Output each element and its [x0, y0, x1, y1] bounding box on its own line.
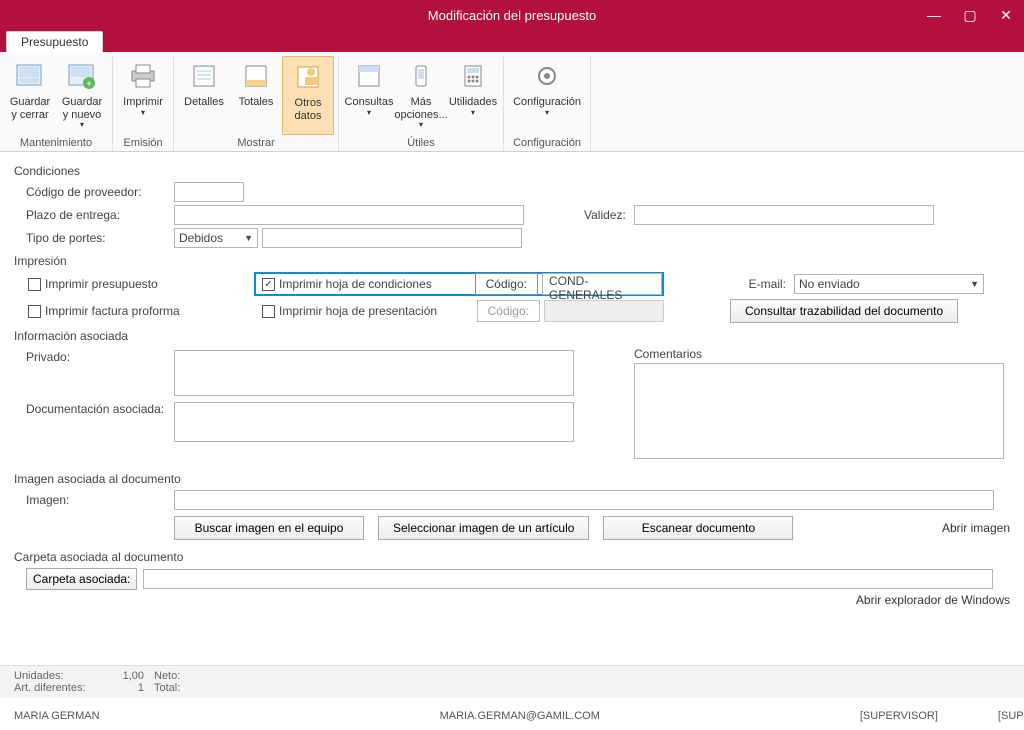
ribbon-tabstrip: Presupuesto: [0, 30, 1024, 52]
trace-button[interactable]: Consultar trazabilidad del documento: [730, 299, 958, 323]
print-pres-checkbox[interactable]: [262, 305, 275, 318]
validez-label: Validez:: [524, 208, 614, 222]
status-user: MARIA GERMAN: [14, 710, 100, 722]
more-options-button[interactable]: Más opciones... ▾: [395, 56, 447, 135]
queries-button[interactable]: Consultas ▾: [343, 56, 395, 135]
portes-label: Tipo de portes:: [14, 231, 174, 245]
codigo-cond-label: Código:: [475, 273, 538, 295]
svg-text:+: +: [86, 79, 92, 89]
section-info: Información asociada: [14, 329, 1010, 343]
print-pres-label: Imprimir hoja de presentación: [279, 304, 437, 318]
imagen-input[interactable]: [174, 490, 994, 510]
save-close-button[interactable]: Guardar y cerrar: [4, 56, 56, 135]
section-impresion: Impresión: [14, 254, 1010, 268]
chevron-down-icon: ▾: [141, 109, 145, 117]
carpeta-input[interactable]: [143, 569, 993, 589]
other-data-button[interactable]: Otros datos: [282, 56, 334, 135]
privado-label: Privado:: [14, 350, 174, 364]
form-body: Condiciones Código de proveedor: Plazo d…: [0, 152, 1024, 616]
portes-select[interactable]: Debidos ▼: [174, 228, 258, 248]
totals-button[interactable]: Totales: [230, 56, 282, 135]
section-imagen: Imagen asociada al documento: [14, 472, 1010, 486]
save-close-icon: [14, 60, 46, 92]
print-budget-label: Imprimir presupuesto: [45, 277, 158, 291]
carpeta-button[interactable]: Carpeta asociada:: [26, 568, 137, 590]
status-bar: MARIA GERMAN MARIA.GERMAN@GAMIL.COM [SUP…: [0, 708, 1024, 724]
privado-textarea[interactable]: [174, 350, 574, 396]
status-email: MARIA.GERMAN@GAMIL.COM: [440, 710, 600, 722]
config-button[interactable]: Configuración ▾: [508, 56, 586, 135]
status-summary: Unidades:1,00 Art. diferentes:1 Neto: To…: [0, 665, 1024, 698]
comentarios-label: Comentarios: [634, 347, 1010, 361]
plazo-input[interactable]: [174, 205, 524, 225]
print-budget-checkbox[interactable]: [28, 278, 41, 291]
print-cond-checkbox[interactable]: ✓: [262, 278, 275, 291]
print-proforma-checkbox[interactable]: [28, 305, 41, 318]
abrir-imagen-link[interactable]: Abrir imagen: [942, 521, 1010, 535]
codigo-cond-value[interactable]: COND-GENERALES: [542, 273, 662, 295]
codigo-pres-label: Código:: [477, 300, 540, 322]
chevron-down-icon: ▼: [244, 233, 253, 243]
status-role2: [SUPERVISOR]: [998, 710, 1024, 722]
doc-label: Documentación asociada:: [14, 402, 174, 416]
other-data-icon: [292, 61, 324, 93]
portes-extra-input[interactable]: [262, 228, 522, 248]
minimize-button[interactable]: —: [916, 0, 952, 30]
validez-input[interactable]: [634, 205, 934, 225]
table-icon: [353, 60, 385, 92]
chevron-down-icon: ▼: [970, 279, 979, 289]
highlight-conditions: ✓ Imprimir hoja de condiciones Código: C…: [254, 272, 664, 296]
comentarios-textarea[interactable]: [634, 363, 1004, 459]
window-title: Modificación del presupuesto: [428, 8, 596, 23]
plazo-label: Plazo de entrega:: [14, 208, 174, 222]
phone-icon: [405, 60, 437, 92]
close-button[interactable]: ✕: [988, 0, 1024, 30]
utilities-button[interactable]: Utilidades ▾: [447, 56, 499, 135]
print-button[interactable]: Imprimir ▾: [117, 56, 169, 135]
chevron-down-icon: ▾: [471, 109, 475, 117]
section-carpeta: Carpeta asociada al documento: [14, 550, 1010, 564]
save-new-button[interactable]: + Guardar y nuevo ▾: [56, 56, 108, 135]
tab-presupuesto[interactable]: Presupuesto: [6, 31, 103, 52]
imagen-label: Imagen:: [14, 493, 174, 507]
email-label: E-mail:: [724, 277, 794, 291]
codigo-prov-label: Código de proveedor:: [14, 185, 174, 199]
ribbon: Guardar y cerrar + Guardar y nuevo ▾ Man…: [0, 52, 1024, 152]
title-bar: Modificación del presupuesto — ▢ ✕: [0, 0, 1024, 30]
calculator-icon: [457, 60, 489, 92]
status-role1: [SUPERVISOR]: [860, 710, 938, 722]
buscar-imagen-button[interactable]: Buscar imagen en el equipo: [174, 516, 364, 540]
section-condiciones: Condiciones: [14, 164, 1010, 178]
codigo-prov-input[interactable]: [174, 182, 244, 202]
codigo-pres-value: [544, 300, 664, 322]
chevron-down-icon: ▾: [80, 121, 84, 129]
printer-icon: [127, 60, 159, 92]
email-select[interactable]: No enviado ▼: [794, 274, 984, 294]
maximize-button[interactable]: ▢: [952, 0, 988, 30]
select-imagen-button[interactable]: Seleccionar imagen de un artículo: [378, 516, 589, 540]
print-cond-label: Imprimir hoja de condiciones: [279, 277, 432, 291]
gear-icon: [531, 60, 563, 92]
print-proforma-label: Imprimir factura proforma: [45, 304, 180, 318]
chevron-down-icon: ▾: [545, 109, 549, 117]
details-button[interactable]: Detalles: [178, 56, 230, 135]
chevron-down-icon: ▾: [367, 109, 371, 117]
doc-textarea[interactable]: [174, 402, 574, 442]
abrir-explorador-link[interactable]: Abrir explorador de Windows: [856, 593, 1010, 607]
chevron-down-icon: ▾: [419, 121, 423, 129]
save-new-icon: +: [66, 60, 98, 92]
escanear-button[interactable]: Escanear documento: [603, 516, 793, 540]
details-icon: [188, 60, 220, 92]
totals-icon: [240, 60, 272, 92]
